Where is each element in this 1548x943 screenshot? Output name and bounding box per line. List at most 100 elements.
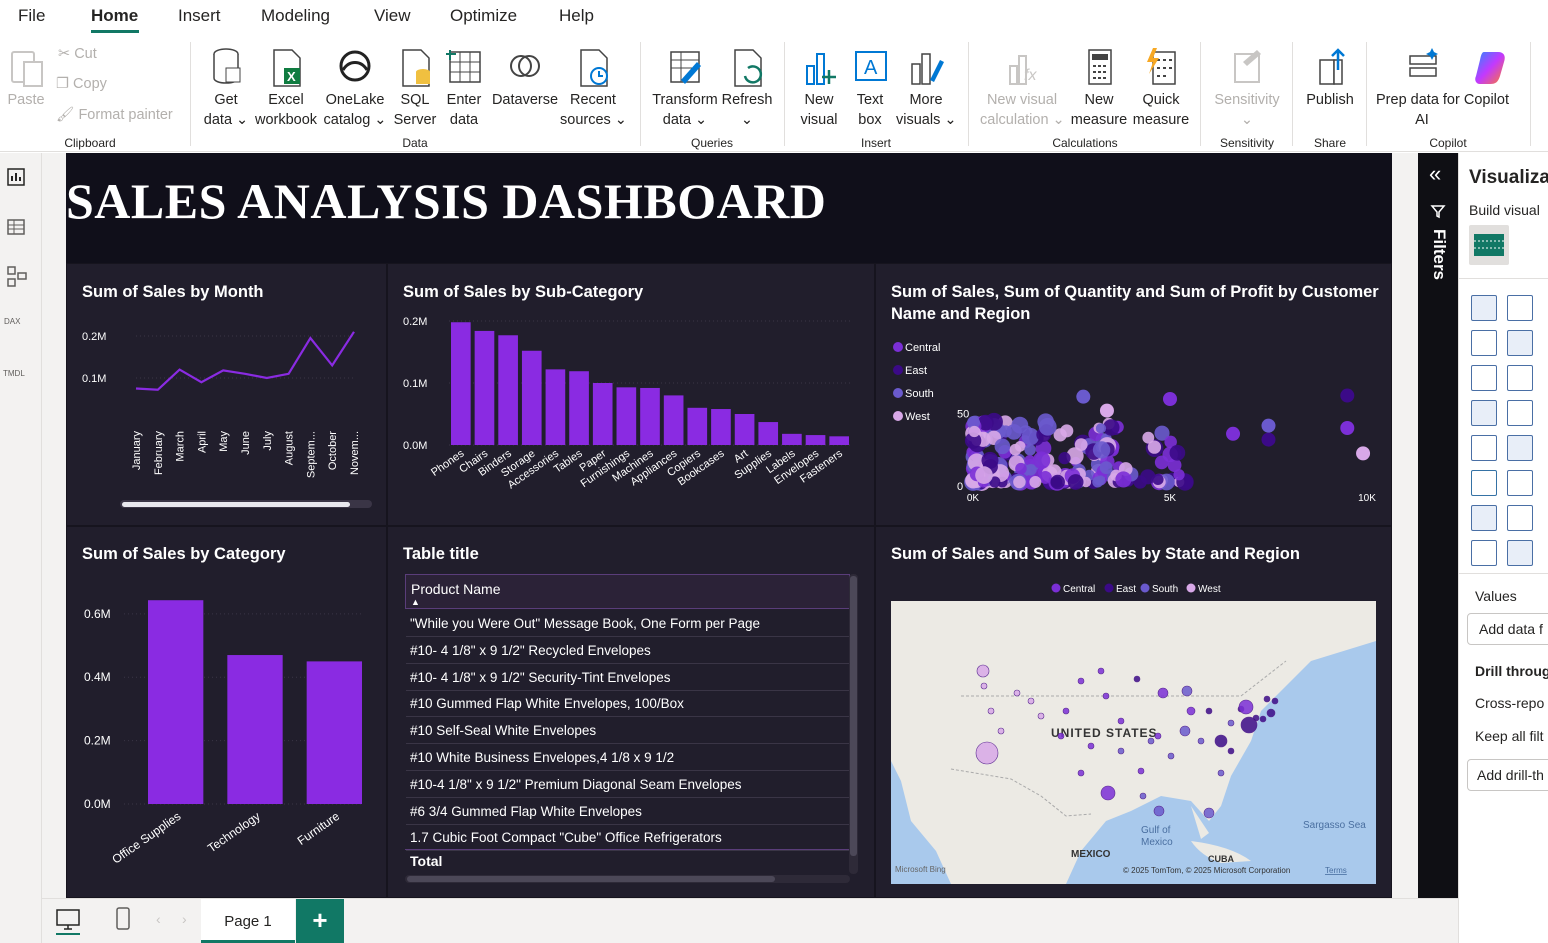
legend-marker[interactable] xyxy=(893,411,903,421)
legend-marker[interactable] xyxy=(1051,583,1061,593)
table-row[interactable]: 1.7 Cubic Foot Compact "Cube" Office Ref… xyxy=(406,824,850,852)
page-tab-page1[interactable]: Page 1 xyxy=(201,899,295,943)
scatter-point[interactable] xyxy=(1154,455,1169,470)
scatter-point[interactable] xyxy=(1261,418,1276,433)
bar[interactable] xyxy=(474,330,495,445)
collapse-double-chevron-icon[interactable]: « xyxy=(1429,163,1441,185)
scatter-point[interactable] xyxy=(975,466,993,484)
onelake-catalog-button[interactable]: OneLake catalog ⌄ xyxy=(322,46,388,130)
terms-link[interactable]: Terms xyxy=(1325,866,1347,875)
map-bubble[interactable] xyxy=(1154,732,1162,740)
cut-button[interactable]: ✂ Cut xyxy=(58,46,97,62)
map-bubble[interactable] xyxy=(1117,747,1125,755)
prep-data-for-copilot-button[interactable]: Prep data for Copilot AI xyxy=(1376,46,1509,130)
paste-button[interactable]: Paste xyxy=(4,46,48,110)
table-row[interactable]: #10- 4 1/8" x 9 1/2" Recycled Envelopes xyxy=(406,637,850,664)
bar[interactable] xyxy=(829,436,849,445)
matrix-icon[interactable] xyxy=(1471,400,1497,426)
legend-marker[interactable] xyxy=(1104,583,1114,593)
add-drill-through-field[interactable]: Add drill-th xyxy=(1467,759,1548,791)
map-bubble[interactable] xyxy=(1263,695,1271,703)
text-box-button[interactable]: A Text box xyxy=(848,46,892,130)
scatter-point[interactable] xyxy=(1163,392,1177,406)
bar[interactable] xyxy=(451,322,471,445)
scatter-point[interactable] xyxy=(1226,426,1241,441)
legend-marker[interactable] xyxy=(893,388,903,398)
bar[interactable] xyxy=(734,414,755,445)
table-row[interactable]: #10- 4 1/8" x 9 1/2" Security-Tint Envel… xyxy=(406,664,850,691)
table-vertical-scroll-thumb[interactable] xyxy=(850,576,857,856)
scatter-point[interactable] xyxy=(1009,443,1022,456)
table-header-product-name[interactable]: Product Name ▲ xyxy=(405,574,850,609)
table-row[interactable]: #10 Self-Seal White Envelopes xyxy=(406,717,850,745)
bar[interactable] xyxy=(227,655,283,804)
map-bubble[interactable] xyxy=(1186,706,1196,716)
map-bubble[interactable] xyxy=(976,664,990,678)
legend-label[interactable]: Central xyxy=(905,342,940,354)
scatter-point[interactable] xyxy=(968,425,980,438)
table-row[interactable]: #10 White Business Envelopes,4 1/8 x 9 1… xyxy=(406,744,850,771)
map-bubble[interactable] xyxy=(1077,677,1085,685)
map-bubble[interactable] xyxy=(1057,732,1065,740)
legend-label[interactable]: East xyxy=(905,365,927,377)
map-bubble[interactable] xyxy=(1153,805,1165,817)
new-visual-button[interactable]: New visual xyxy=(796,46,842,130)
bar[interactable] xyxy=(592,383,613,445)
scatter-point[interactable] xyxy=(1095,423,1107,434)
bar[interactable] xyxy=(616,387,637,445)
scatter-point[interactable] xyxy=(1152,473,1164,486)
table-vertical-scrollbar[interactable] xyxy=(849,574,858,874)
map-bubble[interactable] xyxy=(1139,792,1147,800)
scatter-point[interactable] xyxy=(1076,389,1091,404)
legend-marker[interactable] xyxy=(1140,583,1150,593)
smart-narrative-icon[interactable] xyxy=(1507,505,1533,531)
power-automate-icon[interactable] xyxy=(1507,540,1533,566)
map-bubble[interactable] xyxy=(1205,707,1213,715)
new-measure-button[interactable]: New measure xyxy=(1068,46,1130,130)
bar[interactable] xyxy=(148,600,204,804)
more-visuals-button[interactable]: More visuals ⌄ xyxy=(896,46,957,130)
menu-file[interactable]: File xyxy=(18,6,45,26)
map-bubble[interactable] xyxy=(987,707,995,715)
next-page-arrow-icon[interactable]: › xyxy=(182,911,187,927)
map-bubble[interactable] xyxy=(1062,707,1070,715)
map-canvas[interactable]: UNITED STATES Gulf ofMexico MEXICO CUBA Sarg… xyxy=(891,601,1376,884)
bar[interactable] xyxy=(758,422,779,445)
python-visual-icon[interactable] xyxy=(1471,470,1497,496)
power-apps-icon[interactable] xyxy=(1471,540,1497,566)
x-scroll-thumb[interactable] xyxy=(122,502,350,507)
map-bubble[interactable] xyxy=(1214,734,1228,748)
map-bubble[interactable] xyxy=(1097,667,1105,675)
add-page-button[interactable]: + xyxy=(296,899,344,943)
bar[interactable] xyxy=(687,407,708,445)
scatter-point[interactable] xyxy=(1029,476,1042,488)
table-row[interactable]: #10 Gummed Flap White Envelopes, 100/Box xyxy=(406,690,850,718)
table-view-icon[interactable] xyxy=(6,217,26,237)
area-chart-icon[interactable] xyxy=(1507,330,1533,356)
scatter-point[interactable] xyxy=(1058,452,1071,465)
mobile-layout-icon[interactable] xyxy=(115,907,131,931)
map-bubble[interactable] xyxy=(1137,767,1145,775)
menu-modeling[interactable]: Modeling xyxy=(261,6,330,26)
map-bubble[interactable] xyxy=(1227,747,1235,755)
map-bubble[interactable] xyxy=(1027,697,1035,705)
scatter-point[interactable] xyxy=(994,438,1011,455)
map-bubble[interactable] xyxy=(1238,699,1254,715)
map-bubble[interactable] xyxy=(997,727,1005,735)
get-data-button[interactable]: Get data ⌄ xyxy=(200,46,252,130)
ribbon-chart-icon[interactable] xyxy=(1471,365,1497,391)
legend-label[interactable]: West xyxy=(905,411,930,423)
report-view-icon[interactable] xyxy=(6,167,26,187)
bar[interactable] xyxy=(306,661,362,804)
scatter-point[interactable] xyxy=(1340,421,1355,435)
waterfall-icon[interactable] xyxy=(1507,365,1533,391)
table-horizontal-scroll-thumb[interactable] xyxy=(407,876,775,882)
bar[interactable] xyxy=(663,395,684,445)
recent-sources-button[interactable]: Recent sources ⌄ xyxy=(560,46,627,130)
bar[interactable] xyxy=(805,435,826,445)
legend-label[interactable]: Central xyxy=(1063,584,1095,595)
menu-help[interactable]: Help xyxy=(559,6,594,26)
publish-button[interactable]: Publish xyxy=(1302,46,1358,110)
globe-map-icon[interactable] xyxy=(1507,400,1533,426)
add-data-field[interactable]: Add data f xyxy=(1467,613,1548,645)
